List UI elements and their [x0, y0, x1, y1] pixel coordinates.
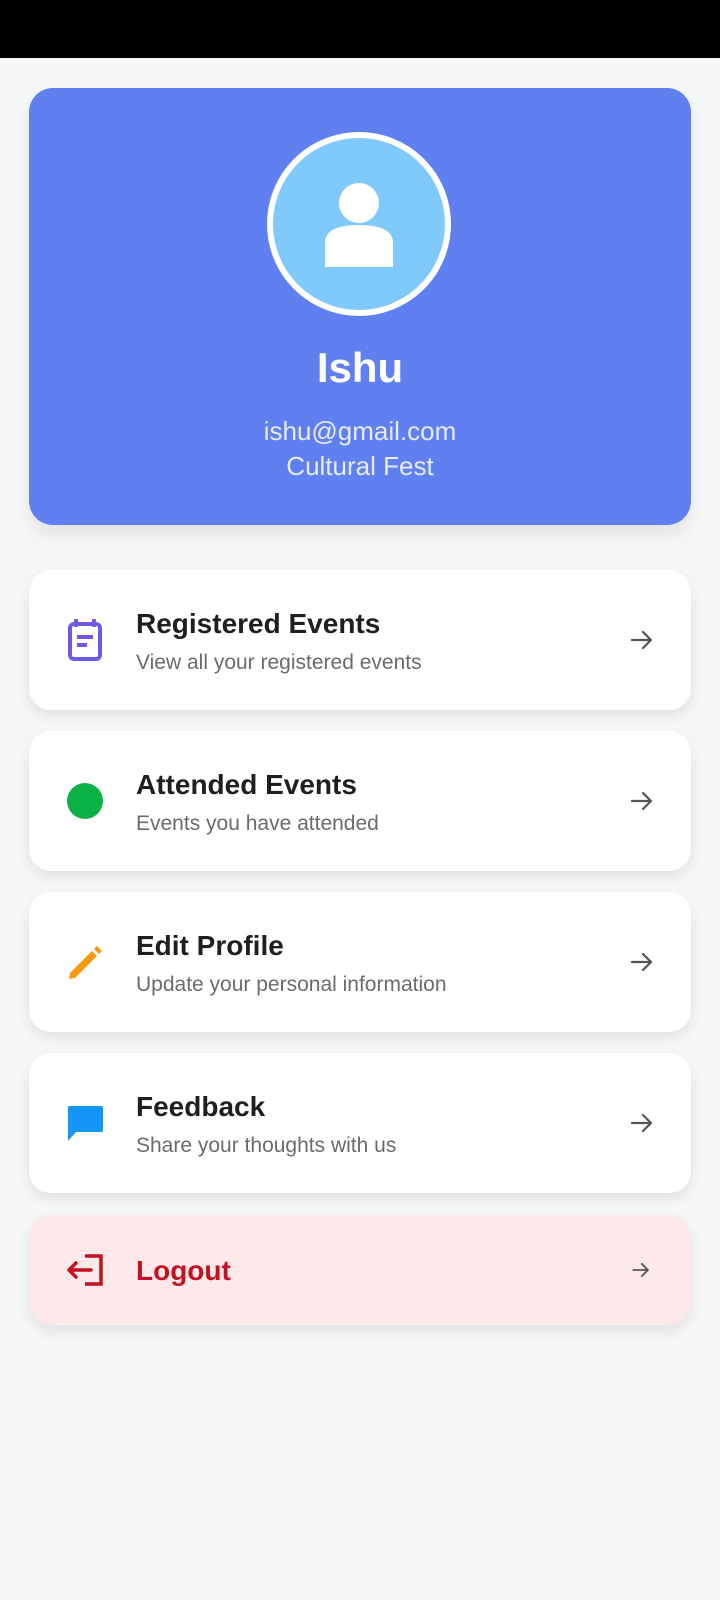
status-bar	[0, 0, 720, 58]
person-icon	[325, 183, 393, 267]
arrow-right-icon	[630, 1113, 653, 1133]
menu-item-subtitle: Events you have attended	[136, 812, 379, 835]
menu-item-title: Registered Events	[136, 608, 381, 639]
feedback-item[interactable]: Feedback Share your thoughts with us	[29, 1053, 691, 1193]
menu-item-subtitle: Share your thoughts with us	[136, 1134, 397, 1157]
logout-icon	[65, 1249, 105, 1291]
green-dot-icon	[65, 780, 105, 822]
logout-button[interactable]: Logout	[29, 1215, 691, 1325]
arrow-right-icon	[630, 630, 653, 650]
arrow-right-icon	[630, 952, 653, 972]
arrow-right-icon	[630, 791, 653, 811]
user-email: ishu@gmail.com	[263, 416, 457, 446]
chat-bubble-icon	[65, 1102, 105, 1144]
user-name: Ishu	[316, 344, 404, 391]
edit-profile-item[interactable]: Edit Profile Update your personal inform…	[29, 892, 691, 1032]
menu-item-subtitle: View all your registered events	[136, 651, 422, 674]
menu-item-title: Edit Profile	[136, 930, 284, 961]
arrow-right-icon	[632, 1262, 649, 1278]
calendar-icon	[65, 619, 105, 661]
menu-item-title: Attended Events	[136, 769, 357, 800]
user-event: Cultural Fest	[286, 451, 434, 481]
menu-item-subtitle: Update your personal information	[136, 973, 447, 996]
pencil-icon	[65, 941, 105, 983]
menu-item-title: Feedback	[136, 1091, 266, 1122]
logout-label: Logout	[136, 1255, 231, 1286]
avatar[interactable]	[267, 132, 451, 316]
attended-events-item[interactable]: Attended Events Events you have attended	[29, 731, 691, 871]
registered-events-item[interactable]: Registered Events View all your register…	[29, 570, 691, 710]
profile-card: Ishu ishu@gmail.com Cultural Fest	[29, 88, 691, 525]
